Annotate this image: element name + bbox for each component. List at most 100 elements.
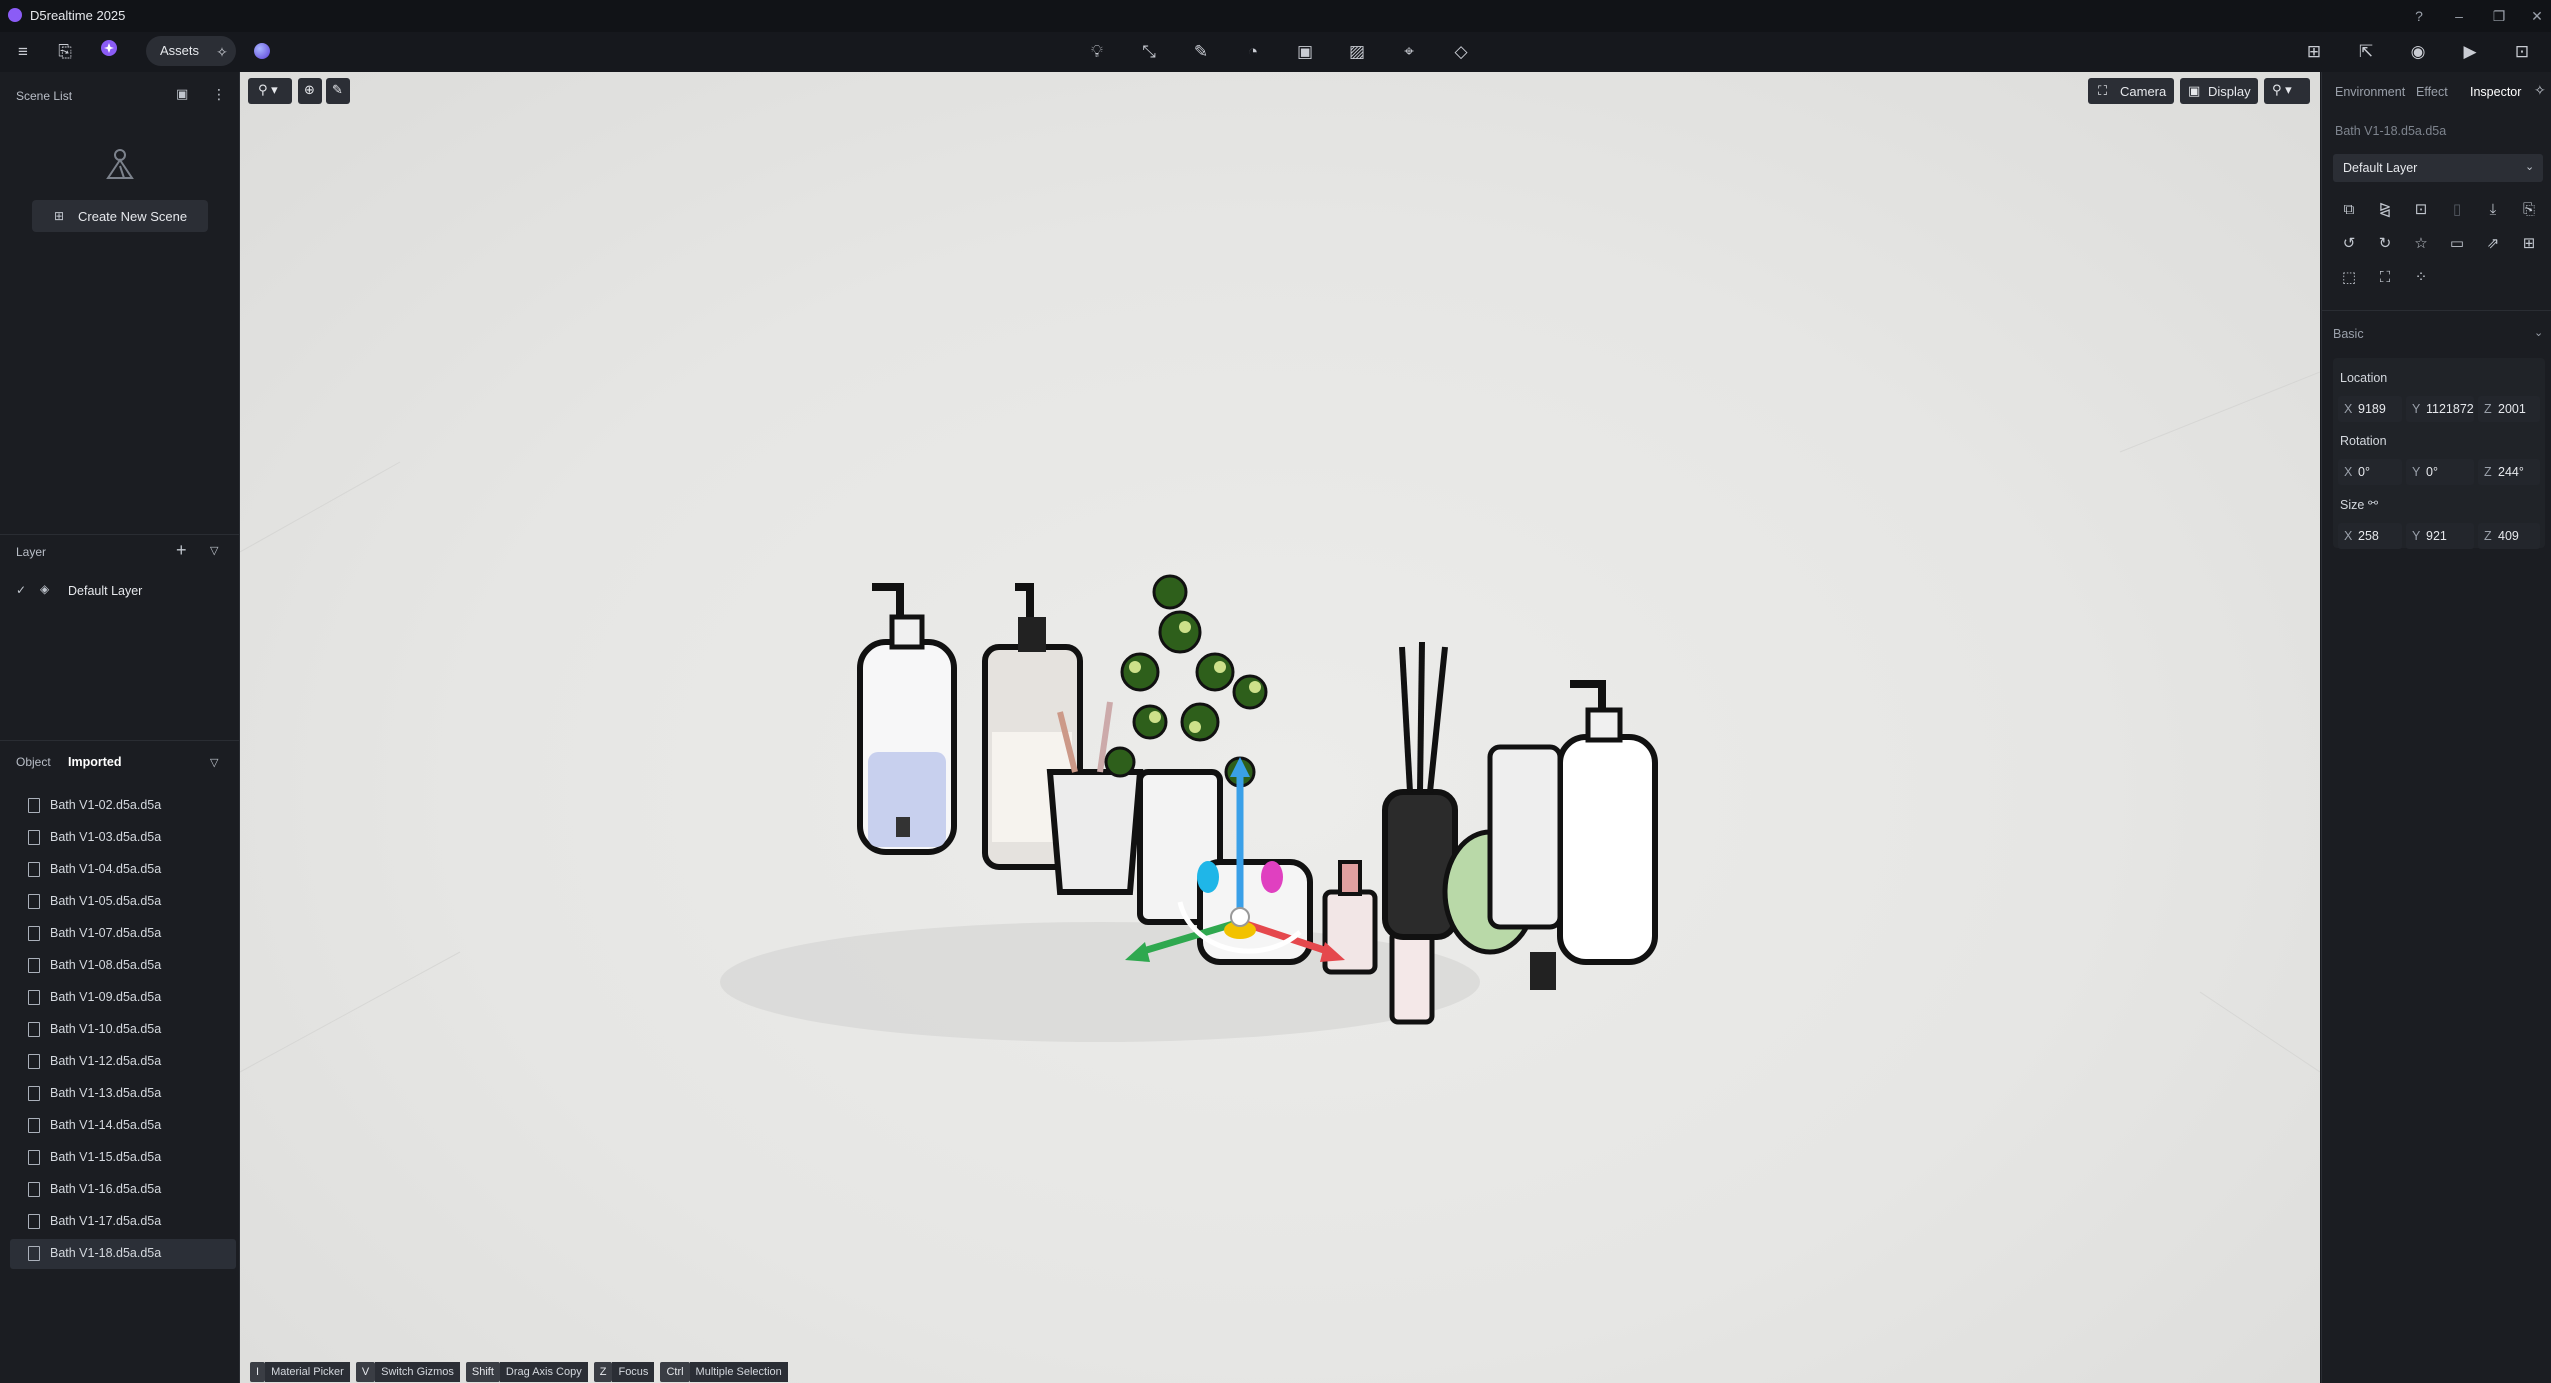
ai-assist-icon[interactable]: ✧: [2534, 82, 2546, 99]
rotation-y-field[interactable]: Y 0°: [2406, 459, 2474, 485]
select-tool-icon[interactable]: ⌖: [1395, 38, 1423, 66]
object-list-item[interactable]: Bath V1-15.d5a.d5a: [10, 1143, 236, 1173]
water-drop-icon[interactable]: ◔: [1239, 38, 1267, 66]
file-icon: [28, 1246, 40, 1261]
random-rotate-icon[interactable]: ↻: [2374, 233, 2396, 255]
scatter-icon[interactable]: ⁘: [2410, 267, 2432, 289]
snap-tool-button[interactable]: ⚲ ▾: [248, 78, 292, 104]
tab-object[interactable]: Object: [16, 755, 51, 769]
scatter-tool-icon[interactable]: ▣: [1291, 38, 1319, 66]
duplicate-icon[interactable]: ⧉: [2338, 199, 2360, 221]
location-z-field[interactable]: Z 2001: [2478, 396, 2540, 422]
ground-plane-icon[interactable]: ◇: [1447, 38, 1475, 66]
view-mode-button[interactable]: ⚲ ▾: [2264, 78, 2310, 104]
object-list-item-label: Bath V1-18.d5a.d5a: [50, 1246, 162, 1260]
more-options-icon[interactable]: ⋮: [212, 86, 226, 103]
main-toolbar: [0, 32, 2551, 72]
texture-icon[interactable]: ▨: [1343, 38, 1371, 66]
create-new-scene-label: Create New Scene: [78, 209, 188, 224]
object-list-item[interactable]: Bath V1-18.d5a.d5a: [10, 1239, 236, 1269]
new-file-icon[interactable]: ⎘: [51, 38, 79, 66]
object-list-item[interactable]: Bath V1-13.d5a.d5a: [10, 1079, 236, 1109]
object-list-item[interactable]: Bath V1-08.d5a.d5a: [10, 951, 236, 981]
size-y-field[interactable]: Y 921: [2406, 523, 2474, 549]
inbox-icon[interactable]: ⊡: [2508, 38, 2536, 66]
share-icon[interactable]: ⇗: [2482, 233, 2504, 255]
object-list-item[interactable]: Bath V1-12.d5a.d5a: [10, 1047, 236, 1077]
reset-rotation-icon[interactable]: ↺: [2338, 233, 2360, 255]
chevron-down-icon: ⌄: [2525, 161, 2535, 173]
camera-shot-icon[interactable]: ◉: [2404, 38, 2432, 66]
menu-icon[interactable]: ≡: [9, 38, 37, 66]
export-icon[interactable]: ⇱: [2352, 38, 2380, 66]
display-button[interactable]: ▣ Display: [2180, 78, 2258, 104]
object-list-item[interactable]: Bath V1-16.d5a.d5a: [10, 1175, 236, 1205]
object-list-item[interactable]: Bath V1-02.d5a.d5a: [10, 791, 236, 821]
scene-gallery-icon[interactable]: ▣: [176, 86, 188, 102]
video-icon[interactable]: ▶: [2456, 38, 2484, 66]
world-space-icon[interactable]: ⊕: [298, 78, 322, 104]
render-settings-icon[interactable]: ⊞: [2300, 38, 2328, 66]
layer-select[interactable]: Default Layer ⌄: [2333, 154, 2543, 182]
object-list-item-label: Bath V1-16.d5a.d5a: [50, 1182, 162, 1196]
location-y-field[interactable]: Y 1121872: [2406, 396, 2474, 422]
add-layer-icon[interactable]: +: [176, 540, 187, 561]
copy-icon[interactable]: ⎘: [2518, 199, 2540, 221]
object-list-item[interactable]: Bath V1-10.d5a.d5a: [10, 1015, 236, 1045]
edit-mesh-icon[interactable]: ⬚: [2338, 267, 2360, 289]
drop-to-ground-icon[interactable]: ⤓: [2482, 199, 2504, 221]
object-list-item[interactable]: Bath V1-04.d5a.d5a: [10, 855, 236, 885]
object-list-item[interactable]: Bath V1-05.d5a.d5a: [10, 887, 236, 917]
rotation-x-field[interactable]: X 0°: [2338, 459, 2402, 485]
help-icon[interactable]: ?: [2408, 6, 2430, 26]
transform-group: [2333, 358, 2545, 548]
object-list-item-label: Bath V1-04.d5a.d5a: [50, 862, 162, 876]
folder-icon[interactable]: ▭: [2446, 233, 2468, 255]
magic-icon[interactable]: [95, 38, 123, 66]
favorite-icon[interactable]: ☆: [2410, 233, 2432, 255]
object-list-item[interactable]: Bath V1-09.d5a.d5a: [10, 983, 236, 1013]
tab-effect[interactable]: Effect: [2416, 85, 2448, 99]
collapse-chevron-icon[interactable]: ⌄: [2534, 326, 2543, 339]
display-icon: ▣: [2188, 83, 2201, 98]
shortcut-key: Shift: [465, 1362, 500, 1382]
expand-icon[interactable]: ⛶: [2374, 267, 2396, 289]
object-list-item[interactable]: Bath V1-14.d5a.d5a: [10, 1111, 236, 1141]
path-tool-icon[interactable]: ⤡: [1135, 38, 1163, 66]
tab-environment[interactable]: Environment: [2335, 85, 2405, 99]
object-list-item[interactable]: Bath V1-03.d5a.d5a: [10, 823, 236, 853]
shortcut-label: Focus: [612, 1362, 655, 1382]
object-filter-icon[interactable]: ▽: [210, 756, 218, 769]
object-list-item[interactable]: Bath V1-17.d5a.d5a: [10, 1207, 236, 1237]
size-z-field[interactable]: Z 409: [2478, 523, 2540, 549]
eyedropper-icon[interactable]: ✎: [326, 78, 350, 104]
layer-checked-icon[interactable]: ✓: [16, 583, 26, 597]
minimize-button[interactable]: –: [2448, 6, 2470, 26]
close-window-button[interactable]: ✕: [2526, 6, 2548, 26]
group-icon[interactable]: ⊞: [2518, 233, 2540, 255]
location-x-field[interactable]: X 9189: [2338, 396, 2402, 422]
rotation-z-field[interactable]: Z 244°: [2478, 459, 2540, 485]
object-list-item-label: Bath V1-14.d5a.d5a: [50, 1118, 162, 1132]
camera-button[interactable]: ⛶ Camera: [2088, 78, 2174, 104]
light-bulb-icon[interactable]: 💡︎: [1083, 38, 1111, 66]
file-icon: [28, 926, 40, 941]
layer-filter-icon[interactable]: ▽: [210, 544, 218, 557]
size-x-field[interactable]: X 258: [2338, 523, 2402, 549]
camera-icon: ⛶: [2098, 83, 2108, 98]
ai-sparkle-icon[interactable]: ✧: [208, 38, 236, 66]
focus-object-icon[interactable]: ⊡: [2410, 199, 2432, 221]
mirror-icon[interactable]: ⧎: [2374, 199, 2396, 221]
restore-button[interactable]: ❐: [2488, 6, 2510, 26]
layer-item-default[interactable]: Default Layer: [68, 584, 142, 598]
file-icon: [28, 1214, 40, 1229]
terrain-brush-icon[interactable]: ✎: [1187, 38, 1215, 66]
tab-inspector[interactable]: Inspector: [2470, 85, 2521, 99]
3d-viewport[interactable]: ⚲ ▾ ⊕ ✎ ⛶ Camera ▣ Display ⚲ ▾ I Material…: [240, 72, 2320, 1383]
tab-imported[interactable]: Imported: [68, 755, 121, 769]
shortcut-hint: Z Focus: [593, 1362, 655, 1382]
render-orb-icon[interactable]: [254, 43, 270, 59]
object-list-item[interactable]: Bath V1-07.d5a.d5a: [10, 919, 236, 949]
align-icon[interactable]: ▯: [2446, 199, 2468, 221]
lock-ratio-icon[interactable]: ⚯: [2368, 496, 2378, 510]
